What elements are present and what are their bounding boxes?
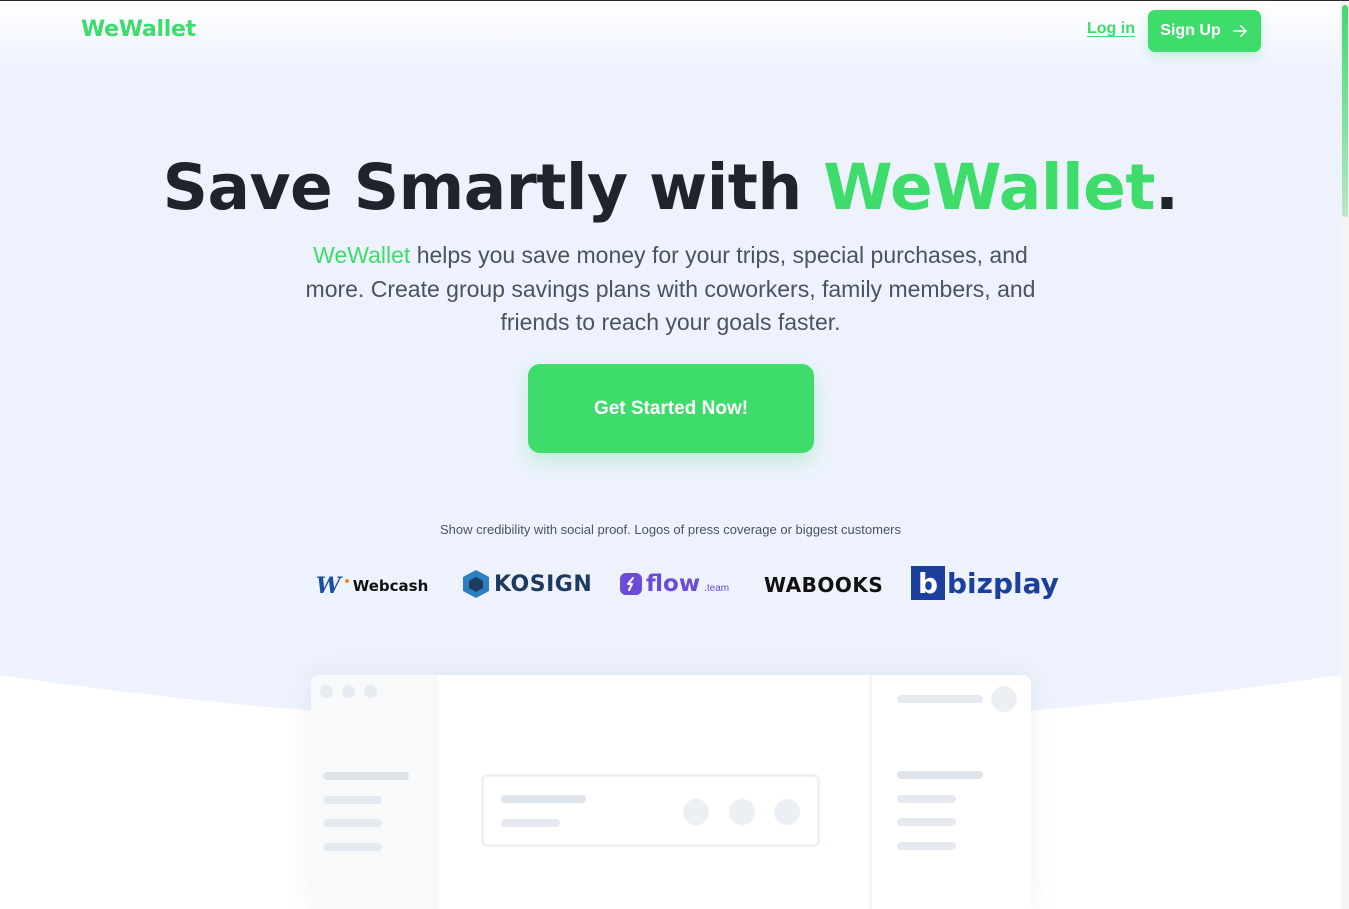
webcash-mark-icon: W (316, 573, 341, 599)
skeleton-line (323, 796, 382, 804)
login-link[interactable]: Log in (1087, 20, 1135, 38)
hero-subtitle-accent: WeWallet (313, 242, 411, 268)
bizplay-b-icon: b (911, 566, 945, 600)
flow-wordmark: flow (646, 571, 701, 597)
skeleton-line (897, 695, 983, 703)
customer-logos: W Webcash KOSIGN flow .team WABOOKS b bi… (0, 561, 1341, 611)
mockup-card (481, 774, 820, 847)
skeleton-line (897, 771, 983, 779)
skeleton-line (501, 795, 586, 803)
hero-title-prefix: Save Smartly with (162, 151, 824, 224)
skeleton-circle-icon (683, 799, 709, 825)
scrollbar-thumb[interactable] (1342, 5, 1348, 217)
hero-title: Save Smartly with WeWallet. (0, 151, 1341, 224)
social-proof-caption: Show credibility with social proof. Logo… (440, 522, 901, 537)
app-preview-mockup (311, 675, 1031, 909)
wabooks-logo: WABOOKS (764, 573, 883, 597)
brand-logo[interactable]: WeWallet (81, 17, 196, 42)
window-dot-icon (342, 685, 355, 698)
signup-button[interactable]: Sign Up (1148, 10, 1261, 52)
skeleton-line (501, 819, 560, 827)
skeleton-circle-icon (774, 799, 800, 825)
hero-subtitle: WeWallet helps you save money for your t… (300, 239, 1041, 340)
kosign-wordmark: KOSIGN (494, 571, 593, 597)
kosign-hexagon-icon (463, 570, 489, 598)
top-nav: WeWallet Log in Sign Up (0, 1, 1341, 61)
window-dot-icon (364, 685, 377, 698)
avatar-placeholder-icon (991, 686, 1017, 712)
mockup-right-panel (869, 675, 1031, 909)
get-started-button[interactable]: Get Started Now! (528, 364, 814, 453)
flow-team-suffix: .team (704, 582, 730, 594)
flow-logo: flow .team (620, 571, 729, 597)
webcash-logo: W Webcash (316, 573, 428, 599)
hero-title-accent: WeWallet (823, 151, 1155, 224)
hero-title-suffix: . (1154, 151, 1179, 224)
skeleton-line (897, 818, 956, 826)
skeleton-line (323, 772, 409, 780)
skeleton-circle-icon (729, 799, 755, 825)
webcash-dot-icon (344, 579, 349, 583)
window-dot-icon (320, 685, 333, 698)
kosign-logo: KOSIGN (462, 569, 592, 599)
flow-mark-icon (620, 573, 642, 595)
skeleton-line (323, 843, 382, 851)
signup-label: Sign Up (1160, 22, 1221, 39)
mockup-sidebar (311, 675, 438, 909)
bizplay-logo: b bizplay (911, 566, 1059, 600)
wabooks-wordmark: WABOOKS (764, 573, 884, 597)
bizplay-wordmark: bizplay (947, 566, 1059, 600)
skeleton-line (897, 842, 956, 850)
webcash-wordmark: Webcash (352, 577, 429, 595)
arrow-right-icon (1232, 25, 1247, 37)
skeleton-line (897, 795, 956, 803)
skeleton-line (323, 819, 382, 827)
hero-subtitle-text: helps you save money for your trips, spe… (305, 242, 1036, 335)
scrollbar[interactable] (1341, 1, 1349, 909)
